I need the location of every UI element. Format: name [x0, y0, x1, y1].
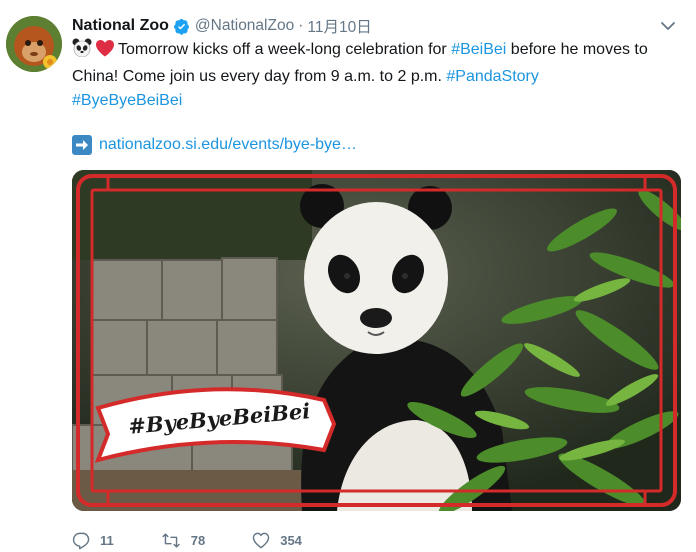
- link-line: nationalzoo.si.edu/events/bye-bye…: [72, 133, 357, 157]
- verified-badge-icon: [173, 18, 190, 35]
- retweet-icon: [162, 532, 180, 548]
- avatar-orangutan-image: [6, 16, 62, 72]
- tweet-date[interactable]: 11月10日: [307, 15, 371, 37]
- tweet-media-image[interactable]: #ByeByeBeiBei: [72, 170, 681, 511]
- event-link[interactable]: nationalzoo.si.edu/events/bye-bye…: [99, 136, 357, 154]
- display-name[interactable]: National Zoo: [72, 17, 169, 35]
- separator-dot: ·: [298, 17, 304, 34]
- red-heart-icon: [95, 39, 115, 65]
- heart-outline-icon: [252, 532, 270, 548]
- like-count: 354: [280, 532, 302, 548]
- tweet-text: Tomorrow kicks off a week-long celebrati…: [72, 38, 680, 113]
- retweet-button[interactable]: 78: [160, 531, 205, 550]
- like-button[interactable]: 354: [251, 531, 302, 550]
- right-arrow-icon: [72, 135, 92, 155]
- tweet-text-part-1: Tomorrow kicks off a week-long celebrati…: [118, 41, 452, 58]
- hashtag-pandastory[interactable]: #PandaStory: [446, 68, 539, 85]
- reply-button[interactable]: 11: [72, 531, 114, 550]
- reply-icon: [72, 532, 90, 549]
- retweet-count: 78: [190, 532, 206, 548]
- reply-count: 11: [100, 532, 114, 548]
- tweet-header: National Zoo @NationalZoo · 11月10日: [72, 14, 372, 38]
- avatar[interactable]: [6, 16, 62, 72]
- panda-photo: [72, 170, 681, 511]
- chevron-down-icon[interactable]: [660, 18, 676, 34]
- user-handle[interactable]: @NationalZoo: [195, 17, 294, 35]
- panda-face-icon: [72, 38, 92, 65]
- action-bar: 11 78 354: [72, 528, 348, 552]
- hashtag-beibei[interactable]: #BeiBei: [451, 41, 506, 58]
- hashtag-byebyebeibei[interactable]: #ByeByeBeiBei: [72, 92, 182, 109]
